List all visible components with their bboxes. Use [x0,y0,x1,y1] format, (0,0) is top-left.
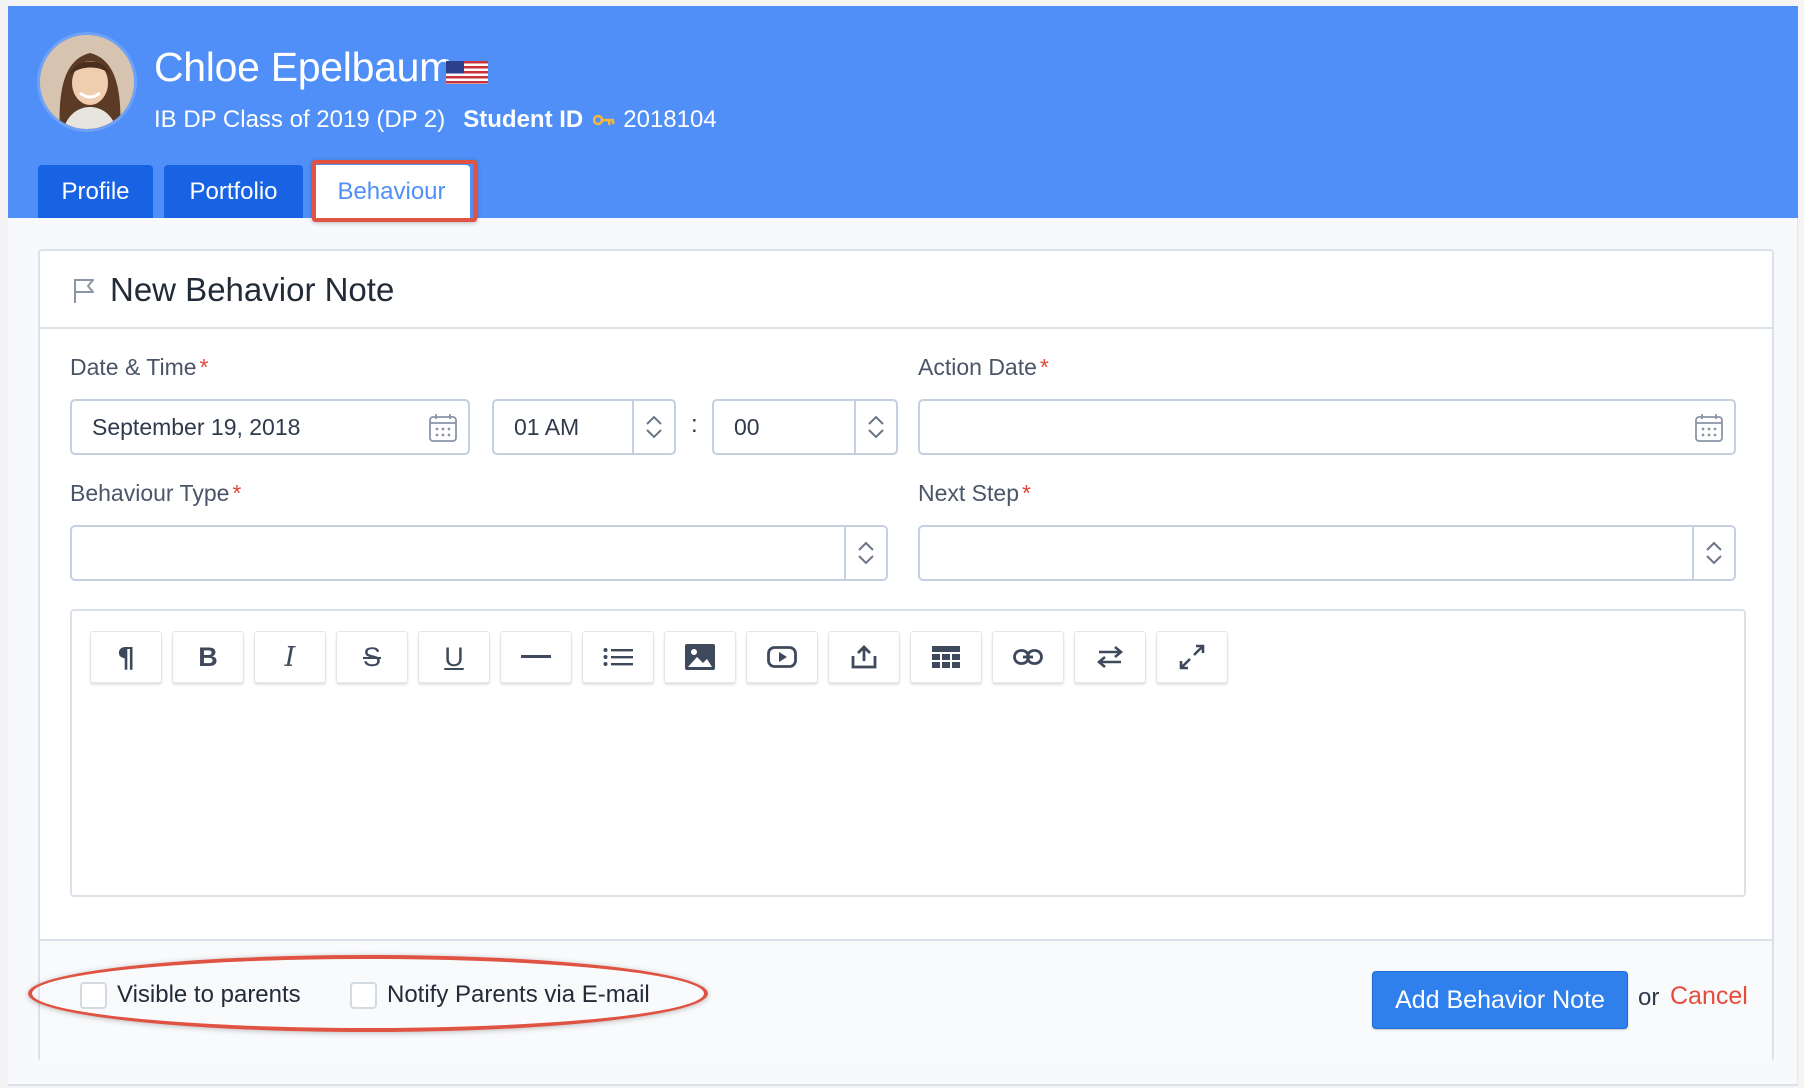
required-mark: * [1039,354,1049,380]
horizontal-rule-icon [521,655,551,658]
key-icon [593,106,615,134]
editor-toolbar: ¶ B I S U [90,631,1228,683]
video-button[interactable] [746,631,818,683]
student-class: IB DP Class of 2019 (DP 2) [154,106,446,133]
calendar-icon[interactable] [1694,413,1724,443]
action-date-label: Action Date * [918,354,1049,381]
bold-icon: B [198,641,218,672]
required-mark: * [232,480,242,506]
video-icon [767,646,797,668]
chevron-up-icon[interactable] [858,541,874,551]
upload-button[interactable] [828,631,900,683]
minute-stepper[interactable] [854,401,896,453]
next-step-select[interactable] [918,525,1736,581]
tab-portfolio[interactable]: Portfolio [164,165,303,218]
action-date-input[interactable] [918,399,1736,455]
chevron-up-icon[interactable] [1706,541,1722,551]
minute-select[interactable]: 00 [712,399,898,455]
calendar-icon[interactable] [428,413,458,443]
align-button[interactable] [1074,631,1146,683]
next-step-label: Next Step * [918,480,1031,507]
us-flag-icon [446,61,488,84]
bold-button[interactable]: B [172,631,244,683]
required-mark: * [1022,480,1031,506]
align-icon [1097,646,1123,668]
student-name: Chloe Epelbaum [154,44,453,90]
upload-icon [851,645,877,669]
fullscreen-icon [1179,644,1205,670]
horizontal-rule-button[interactable] [500,631,572,683]
image-button[interactable] [664,631,736,683]
italic-icon: I [284,641,296,673]
date-time-label: Date & Time * [70,354,209,381]
time-separator: : [691,411,698,438]
paragraph-button[interactable]: ¶ [90,631,162,683]
chevron-down-icon[interactable] [858,555,874,565]
student-id-label: Student ID [463,106,584,133]
table-button[interactable] [910,631,982,683]
strikethrough-button[interactable]: S [336,631,408,683]
add-behavior-note-button[interactable]: Add Behavior Note [1372,971,1628,1029]
behavior-note-card: New Behavior Note Date & Time * September… [38,249,1774,1061]
bottom-divider [8,1084,1798,1086]
card-title: New Behavior Note [110,271,395,308]
underline-icon: U [444,641,464,672]
card-header: New Behavior Note [40,251,1772,329]
student-header: Chloe Epelbaum IB DP Class of 2019 (DP 2… [8,6,1798,222]
avatar [37,32,137,132]
or-text: or [1638,984,1660,1011]
behaviour-type-stepper[interactable] [844,527,886,579]
student-subline: IB DP Class of 2019 (DP 2) Student ID 20… [154,106,717,134]
table-icon [932,646,960,668]
underline-button[interactable]: U [418,631,490,683]
chevron-up-icon[interactable] [868,415,884,425]
flag-outline-icon [74,279,94,303]
list-icon [603,648,633,666]
fullscreen-button[interactable] [1156,631,1228,683]
next-step-label-text: Next Step [918,480,1019,506]
date-input[interactable]: September 19, 2018 [70,399,470,455]
italic-button[interactable]: I [254,631,326,683]
list-button[interactable] [582,631,654,683]
behaviour-type-label: Behaviour Type * [70,480,241,507]
annotation-highlight-box [312,160,477,222]
hour-stepper[interactable] [632,401,674,453]
hour-value: 01 AM [514,413,580,440]
date-value: September 19, 2018 [92,413,301,440]
app-frame: Chloe Epelbaum IB DP Class of 2019 (DP 2… [8,6,1798,1086]
next-step-stepper[interactable] [1692,527,1734,579]
image-icon [685,644,715,670]
tab-profile[interactable]: Profile [38,165,153,218]
chevron-down-icon[interactable] [1706,555,1722,565]
chevron-up-icon[interactable] [646,415,662,425]
link-icon [1013,649,1043,665]
minute-value: 00 [734,413,760,440]
note-editor[interactable]: ¶ B I S U [70,609,1746,897]
cancel-link[interactable]: Cancel [1670,982,1748,1011]
annotation-highlight-oval [28,955,708,1032]
action-date-label-text: Action Date [918,354,1037,380]
link-button[interactable] [992,631,1064,683]
hour-select[interactable]: 01 AM [492,399,676,455]
behaviour-type-label-text: Behaviour Type [70,480,230,506]
chevron-down-icon[interactable] [868,429,884,439]
paragraph-icon: ¶ [117,640,135,674]
strikethrough-icon: S [362,641,381,672]
date-time-label-text: Date & Time [70,354,197,380]
student-id-value: 2018104 [623,106,717,133]
chevron-down-icon[interactable] [646,429,662,439]
required-mark: * [199,354,209,380]
behaviour-type-select[interactable] [70,525,888,581]
